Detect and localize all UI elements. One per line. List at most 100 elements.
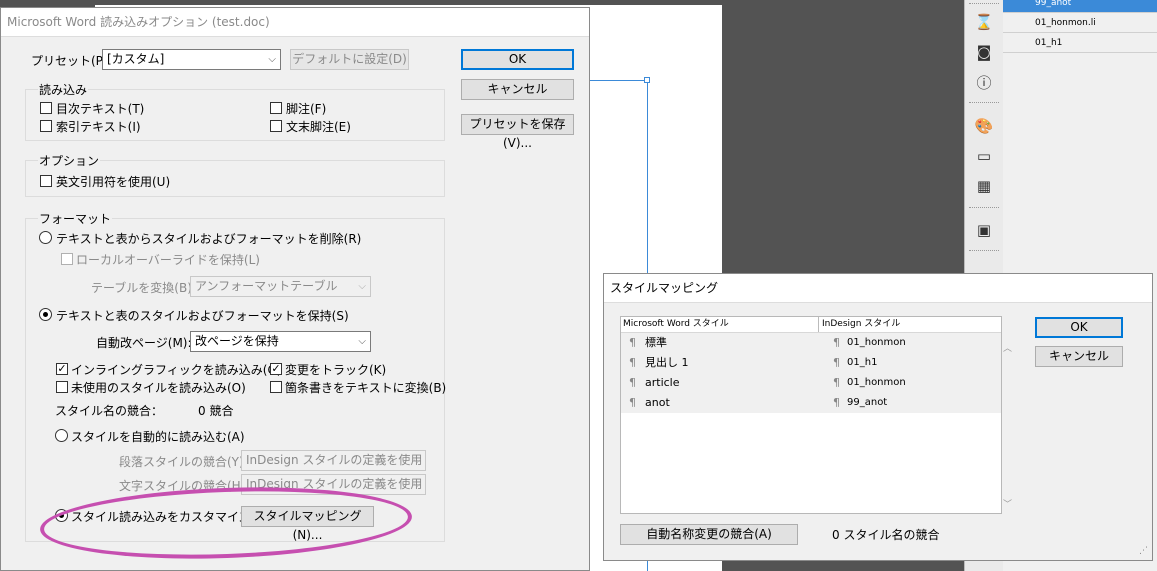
- typographers-quotes-label: 英文引用符を使用(U): [56, 175, 171, 189]
- import-group-title: 読み込み: [38, 81, 89, 98]
- separator: [969, 102, 999, 103]
- endnotes-checkbox[interactable]: [270, 120, 282, 132]
- convert-bullets-label: 箇条書きをテキストに変換(B): [285, 381, 447, 395]
- preset-select[interactable]: [カスタム] ⌵: [102, 49, 281, 70]
- track-changes-checkbox[interactable]: ✓: [270, 363, 282, 375]
- indesign-style: 01_honmon: [847, 377, 906, 388]
- indesign-style: 01_honmon: [847, 337, 906, 348]
- paragraph-mark-icon: ¶: [629, 356, 636, 369]
- dialog-title: Microsoft Word 読み込みオプション (test.doc): [1, 8, 589, 37]
- conflict-count: 0 スタイル名の競合: [832, 528, 940, 542]
- table-row[interactable]: ¶ anot ¶ 99_anot: [621, 393, 1001, 414]
- preserve-local-overrides-label: ローカルオーバーライドを保持(L): [76, 253, 260, 267]
- table-icon[interactable]: ▦: [974, 176, 994, 196]
- manual-page-breaks-select[interactable]: 改ページを保持 ⌵: [190, 331, 371, 352]
- paragraph-conflicts-label: 段落スタイルの競合(Y):: [119, 455, 248, 469]
- track-changes-label: 変更をトラック(K): [285, 363, 387, 377]
- set-default-button[interactable]: デフォルトに設定(D): [290, 49, 409, 70]
- scroll-down-icon[interactable]: ﹀: [1003, 497, 1012, 510]
- inline-graphics-label: インライングラフィックを読み込み(G): [71, 363, 282, 377]
- footnotes-label: 脚注(F): [286, 102, 327, 116]
- word-import-options-dialog: Microsoft Word 読み込みオプション (test.doc) プリセッ…: [0, 7, 590, 571]
- style-mapping-table: Microsoft Word スタイル InDesign スタイル ¶ 標準 ¶…: [620, 316, 1012, 514]
- text-frame-edge: [590, 80, 648, 81]
- manual-page-breaks-value: 改ページを保持: [195, 334, 279, 348]
- ok-button[interactable]: OK: [1035, 317, 1123, 338]
- chevron-down-icon: ⌵: [358, 281, 366, 292]
- scroll-up-icon[interactable]: ︿: [1003, 341, 1012, 354]
- indesign-style: 01_h1: [847, 357, 878, 368]
- text-wrap-icon[interactable]: ▣: [974, 220, 994, 240]
- format-group-title: フォーマット: [38, 210, 113, 227]
- manual-page-breaks-label: 自動改ページ(M):: [96, 336, 192, 350]
- paragraph-mark-icon: ¶: [629, 336, 636, 349]
- style-name-conflicts-value: 0 競合: [198, 404, 234, 418]
- separator: [969, 250, 999, 251]
- cancel-button[interactable]: キャンセル: [461, 79, 574, 100]
- style-item[interactable]: 99_anot: [1003, 0, 1157, 13]
- chevron-down-icon: ⌵: [358, 336, 366, 347]
- import-styles-auto-radio[interactable]: [55, 429, 68, 442]
- typographers-quotes-checkbox[interactable]: [40, 175, 52, 187]
- table-row[interactable]: ¶ 標準 ¶ 01_honmon: [621, 333, 1001, 354]
- convert-bullets-checkbox[interactable]: [270, 381, 282, 393]
- word-style: article: [645, 376, 680, 389]
- index-text-label: 索引テキスト(I): [56, 120, 141, 134]
- dialog-title: スタイルマッピング: [604, 274, 1152, 303]
- separator: [969, 3, 999, 4]
- hourglass-icon[interactable]: ⌛: [974, 12, 994, 32]
- preserve-local-overrides-checkbox[interactable]: [61, 253, 73, 265]
- paragraph-mark-icon: ¶: [833, 396, 840, 409]
- col-word-styles: Microsoft Word スタイル: [623, 319, 729, 329]
- paragraph-mark-icon: ¶: [833, 376, 840, 389]
- save-preset-button[interactable]: プリセットを保存(V)...: [461, 114, 574, 150]
- gradient-icon[interactable]: ▭: [974, 146, 994, 166]
- footnotes-checkbox[interactable]: [270, 102, 282, 114]
- toc-text-label: 目次テキスト(T): [56, 102, 145, 116]
- info-icon[interactable]: ⓘ: [974, 72, 994, 92]
- style-item[interactable]: 01_h1: [1003, 34, 1157, 53]
- chevron-down-icon: ⌵: [268, 54, 276, 65]
- chevron-down-icon: ⌵: [413, 479, 421, 490]
- remove-styles-radio[interactable]: [39, 231, 52, 244]
- paragraph-mark-icon: ¶: [833, 356, 840, 369]
- ok-button[interactable]: OK: [461, 49, 574, 70]
- paragraph-conflicts-value: InDesign スタイルの定義を使用: [246, 453, 423, 467]
- convert-tables-select[interactable]: アンフォーマットテーブル ⌵: [190, 276, 371, 297]
- index-text-checkbox[interactable]: [40, 120, 52, 132]
- paragraph-mark-icon: ¶: [629, 376, 636, 389]
- preserve-styles-label: テキストと表のスタイルおよびフォーマットを保持(S): [56, 309, 349, 323]
- swatches-icon[interactable]: 🎨: [974, 116, 994, 136]
- style-item[interactable]: 01_honmon.li: [1003, 14, 1157, 33]
- unused-styles-label: 未使用のスタイルを読み込み(O): [71, 381, 246, 395]
- table-header: Microsoft Word スタイル InDesign スタイル: [621, 317, 1001, 333]
- paragraph-conflicts-select[interactable]: InDesign スタイルの定義を使用 ⌵: [241, 450, 426, 471]
- chevron-down-icon: ⌵: [413, 455, 421, 466]
- paragraph-mark-icon: ¶: [629, 396, 636, 409]
- convert-tables-label: テーブルを変換(B):: [91, 281, 196, 295]
- preset-value: [カスタム]: [107, 52, 165, 66]
- options-group-title: オプション: [38, 152, 101, 169]
- endnotes-label: 文末脚注(E): [286, 120, 351, 134]
- table-row[interactable]: ¶ article ¶ 01_honmon: [621, 373, 1001, 394]
- inline-graphics-checkbox[interactable]: ✓: [56, 363, 68, 375]
- toc-text-checkbox[interactable]: [40, 102, 52, 114]
- remove-styles-label: テキストと表からスタイルおよびフォーマットを削除(R): [56, 232, 362, 246]
- link-icon[interactable]: ◙: [974, 42, 994, 62]
- convert-tables-value: アンフォーマットテーブル: [195, 279, 338, 293]
- table-row[interactable]: ¶ 見出し 1 ¶ 01_h1: [621, 353, 1001, 374]
- import-styles-auto-label: スタイルを自動的に読み込む(A): [71, 430, 245, 444]
- word-style: anot: [645, 396, 670, 409]
- word-style: 見出し 1: [645, 356, 689, 369]
- style-name-conflicts-label: スタイル名の競合：: [55, 404, 164, 418]
- frame-handle[interactable]: [644, 77, 650, 83]
- unused-styles-checkbox[interactable]: [56, 381, 68, 393]
- col-indesign-styles: InDesign スタイル: [822, 319, 901, 329]
- style-mapping-dialog: スタイルマッピング Microsoft Word スタイル InDesign ス…: [603, 273, 1153, 561]
- preset-label: プリセット(P):: [31, 54, 112, 68]
- cancel-button[interactable]: キャンセル: [1035, 346, 1123, 367]
- auto-rename-conflicts-button[interactable]: 自動名称変更の競合(A): [620, 524, 798, 545]
- resize-grip-icon[interactable]: ⋰: [1139, 546, 1148, 556]
- paragraph-mark-icon: ¶: [833, 336, 840, 349]
- preserve-styles-radio[interactable]: [39, 308, 52, 321]
